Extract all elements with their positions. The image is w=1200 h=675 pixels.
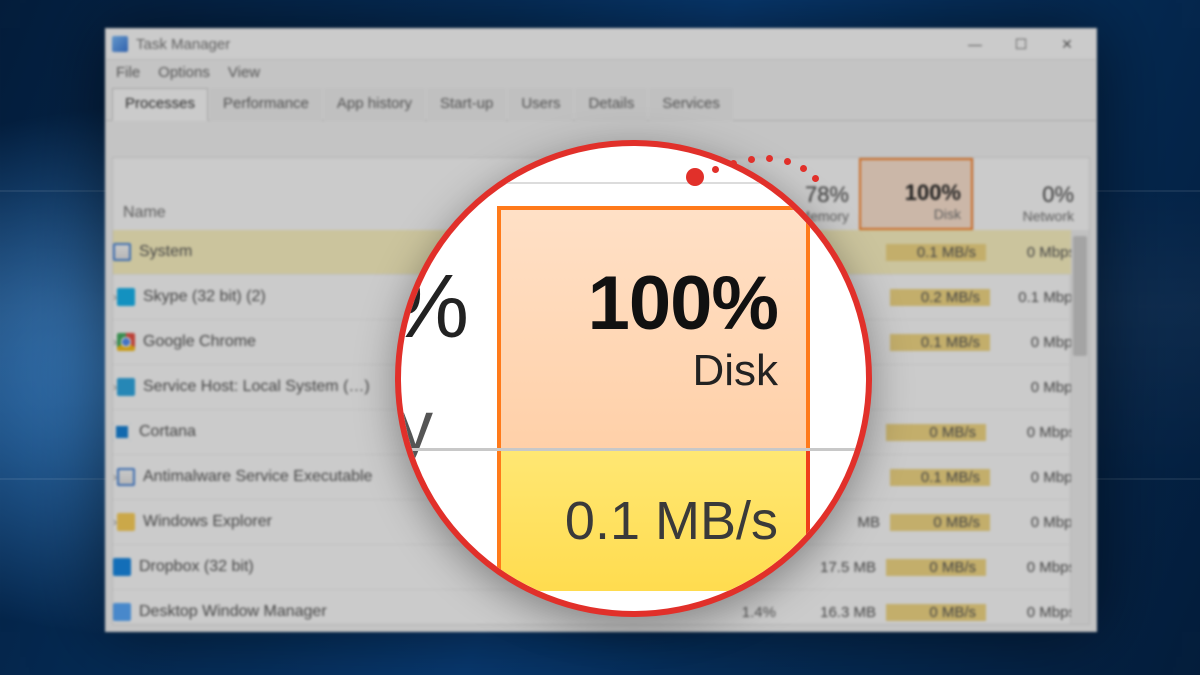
- network-cell: 0 Mbps: [990, 379, 1071, 396]
- minimize-button[interactable]: —: [952, 29, 998, 59]
- callout-origin-dot: [686, 168, 704, 186]
- network-cell: 0 Mbps: [990, 334, 1071, 351]
- magnifier-lens: % y 100% Disk 0.1 MB/s: [395, 140, 872, 617]
- menu-options[interactable]: Options: [158, 64, 210, 81]
- tab-app-history[interactable]: App history: [324, 88, 425, 121]
- lens-memory-label-fragment: y: [397, 386, 433, 468]
- lens-disk-value: 0.1 MB/s: [497, 451, 810, 591]
- network-cell: 0 Mbps: [990, 514, 1071, 531]
- disk-label: Disk: [934, 206, 961, 222]
- menu-bar: File Options View: [106, 60, 1096, 87]
- process-name: Cortana: [139, 423, 196, 441]
- process-icon: [113, 603, 131, 621]
- network-cell: 0.1 Mbps: [990, 289, 1071, 306]
- tab-processes[interactable]: Processes: [112, 88, 208, 121]
- process-name: Desktop Window Manager: [139, 603, 327, 621]
- network-cell: 0 Mbps: [986, 604, 1071, 621]
- tab-startup[interactable]: Start-up: [427, 88, 506, 121]
- process-icon: [113, 423, 131, 441]
- lens-memory-percent-fragment: %: [395, 256, 467, 359]
- process-icon: [113, 558, 131, 576]
- process-name: Service Host: Local System (…): [143, 378, 370, 396]
- tab-services[interactable]: Services: [649, 88, 733, 121]
- process-icon: [117, 288, 135, 306]
- lens-disk-label: Disk: [692, 346, 778, 396]
- process-name: Antimalware Service Executable: [143, 468, 372, 486]
- disk-cell: 0.2 MB/s: [890, 289, 990, 306]
- disk-cell: 0 MB/s: [886, 424, 986, 441]
- tab-users[interactable]: Users: [508, 88, 573, 121]
- process-name: Google Chrome: [143, 333, 256, 351]
- process-icon: [117, 468, 135, 486]
- process-name: System: [139, 243, 192, 261]
- process-name: Windows Explorer: [143, 513, 272, 531]
- column-header-network[interactable]: 0% Network: [973, 158, 1084, 230]
- process-name: Dropbox (32 bit): [139, 558, 254, 576]
- network-cell: 0 Mbps: [986, 244, 1071, 261]
- process-name: Skype (32 bit) (2): [143, 288, 266, 306]
- lens-top-divider: [401, 182, 866, 184]
- disk-percent: 100%: [905, 180, 961, 206]
- title-bar[interactable]: Task Manager — ☐ ✕: [106, 29, 1096, 60]
- network-cell: 0 Mbps: [990, 469, 1071, 486]
- disk-cell: 0.1 MB/s: [886, 244, 986, 261]
- disk-cell: 0 MB/s: [886, 604, 986, 621]
- vertical-scrollbar[interactable]: [1070, 230, 1089, 624]
- task-manager-icon: [112, 36, 128, 52]
- window-title: Task Manager: [136, 36, 230, 53]
- lens-disk-header-box: 100% Disk: [497, 206, 810, 452]
- tab-details[interactable]: Details: [575, 88, 647, 121]
- process-icon: [117, 378, 135, 396]
- network-cell: 0 Mbps: [986, 559, 1071, 576]
- network-cell: 0 Mbps: [986, 424, 1071, 441]
- disk-cell: 0.1 MB/s: [890, 334, 990, 351]
- scrollbar-thumb[interactable]: [1073, 236, 1087, 356]
- tab-performance[interactable]: Performance: [210, 88, 322, 121]
- maximize-button[interactable]: ☐: [998, 29, 1044, 59]
- network-percent: 0%: [1042, 182, 1074, 208]
- close-button[interactable]: ✕: [1044, 29, 1090, 59]
- disk-cell: 0 MB/s: [890, 514, 990, 531]
- process-icon: [117, 513, 135, 531]
- menu-file[interactable]: File: [116, 64, 140, 81]
- tab-strip: Processes Performance App history Start-…: [106, 87, 1096, 121]
- lens-disk-percent: 100%: [588, 266, 778, 342]
- menu-view[interactable]: View: [228, 64, 260, 81]
- process-icon: [113, 243, 131, 261]
- process-icon: [117, 333, 135, 351]
- network-label: Network: [1023, 208, 1074, 224]
- column-header-disk[interactable]: 100% Disk: [859, 158, 973, 230]
- disk-cell: 0.1 MB/s: [890, 469, 990, 486]
- disk-cell: 0 MB/s: [886, 559, 986, 576]
